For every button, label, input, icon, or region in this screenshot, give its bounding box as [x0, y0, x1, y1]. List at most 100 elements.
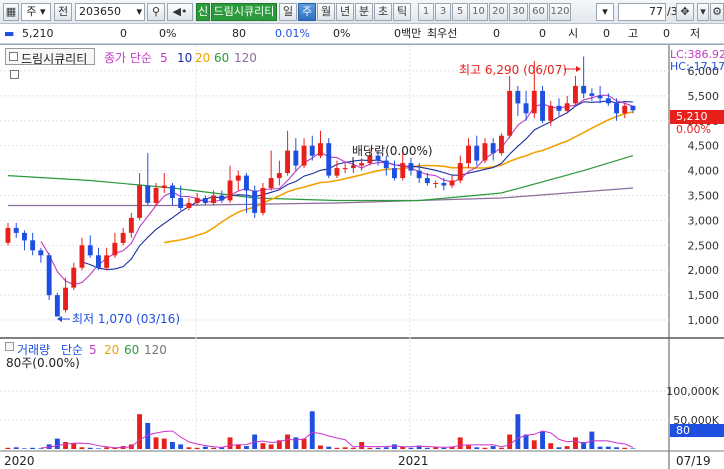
- open-label: 시: [568, 27, 579, 40]
- candle-body: [597, 95, 603, 99]
- volume: 80: [232, 27, 246, 40]
- volume-bar: [22, 448, 27, 449]
- interval-dropdown[interactable]: ▾: [596, 3, 614, 21]
- candle-body: [482, 143, 488, 161]
- candle-body: [137, 185, 142, 218]
- settings-icon[interactable]: [9, 52, 18, 61]
- legend-stock-name: 드림시큐리티: [21, 52, 88, 66]
- prev-button[interactable]: 전: [54, 3, 72, 21]
- sound-icon[interactable]: ◀•: [167, 3, 193, 21]
- candle-body: [564, 103, 570, 111]
- volume-bar: [63, 442, 68, 449]
- candlestick-chart[interactable]: 100,000K50,000K 6,0005,5005,0004,5004,00…: [0, 45, 724, 469]
- current-price: 5,210: [22, 27, 54, 40]
- volume-bar: [622, 447, 628, 449]
- period-tab-분[interactable]: 분: [355, 3, 373, 21]
- volume-bar: [466, 445, 471, 449]
- period-tab-일[interactable]: 일: [279, 3, 297, 21]
- current-price-tag: 5,210: [670, 110, 724, 124]
- expand-icon[interactable]: ✥: [676, 3, 694, 21]
- extra-value: 0: [539, 27, 546, 40]
- candle-body: [153, 188, 159, 203]
- volume-bar: [564, 446, 570, 449]
- hc-value: HC:-17.17: [670, 60, 724, 73]
- interval-tab-10[interactable]: 10: [469, 3, 488, 21]
- candle-body: [87, 245, 93, 256]
- candle-body: [589, 93, 595, 96]
- interval-tab-1[interactable]: 1: [418, 3, 434, 21]
- stock-name: 드림시큐리티: [211, 3, 277, 21]
- candle-body: [581, 85, 587, 94]
- x-label-2020: 2020: [4, 454, 35, 468]
- grid-icon[interactable]: ▦: [3, 3, 19, 21]
- y-tick-label: 2,500: [688, 239, 720, 252]
- y-tick-label: 4,500: [688, 140, 720, 153]
- volume-bar: [309, 411, 315, 449]
- volume-bar: [474, 447, 480, 449]
- toolbar-menu-icon[interactable]: ▾: [697, 3, 709, 21]
- volume-legend-ma120: 120: [144, 343, 167, 357]
- volume-settings-icon[interactable]: [5, 342, 14, 351]
- interval-tab-120[interactable]: 120: [549, 3, 571, 21]
- volume-bar: [161, 438, 167, 449]
- change: 0: [120, 27, 127, 40]
- period-tab-주[interactable]: 주: [298, 3, 316, 21]
- candle-body: [194, 198, 200, 203]
- volume-sub-label: 80주(0.00%): [6, 356, 80, 370]
- candle-body: [573, 85, 578, 104]
- period-tab-년[interactable]: 년: [336, 3, 354, 21]
- interval-tab-60[interactable]: 60: [529, 3, 548, 21]
- candle-body: [548, 105, 554, 121]
- period-tab-틱[interactable]: 틱: [393, 3, 411, 21]
- chart-area[interactable]: 100,000K50,000K 6,0005,5005,0004,5004,00…: [0, 44, 724, 469]
- code-value: 203650: [79, 5, 121, 18]
- candle-body: [128, 217, 134, 233]
- candle-body: [490, 143, 496, 154]
- candle-body: [46, 255, 52, 296]
- volume-bar: [548, 443, 554, 449]
- settings-icon[interactable]: ⚙: [710, 3, 724, 21]
- volume-bar: [318, 445, 323, 449]
- y-tick-label: 3,000: [688, 214, 720, 227]
- candle-body: [449, 180, 455, 186]
- legend-ma5: 5: [160, 51, 168, 65]
- volume-bar: [359, 442, 365, 449]
- legend-ma10: 10: [177, 51, 193, 65]
- market-select[interactable]: 주 ▾: [21, 3, 51, 21]
- volume-bar: [350, 447, 356, 449]
- price-plot-bg: [0, 45, 669, 338]
- chevron-down-icon: ▾: [136, 5, 142, 18]
- volume-bar: [605, 446, 611, 449]
- legend-ma120: 120: [234, 51, 257, 65]
- change-percent: 0%: [159, 27, 177, 40]
- volume-bar: [30, 447, 36, 449]
- period-tab-초[interactable]: 초: [374, 3, 392, 21]
- candle-body: [235, 175, 241, 181]
- price-legend-box[interactable]: 드림시큐리티: [5, 48, 95, 66]
- interval-tab-30[interactable]: 30: [509, 3, 528, 21]
- period-tab-월[interactable]: 월: [317, 3, 335, 21]
- annotation-low: 최저 1,070 (03/16): [72, 312, 180, 326]
- candle-body: [244, 175, 249, 191]
- interval-tab-20[interactable]: 20: [489, 3, 508, 21]
- volume-bar: [630, 448, 636, 449]
- candle-body: [293, 150, 299, 166]
- volume-bar: [326, 446, 332, 449]
- code-input[interactable]: 203650 ▾: [75, 3, 145, 21]
- search-icon[interactable]: ⚲: [147, 3, 165, 21]
- volume-bar: [194, 447, 200, 449]
- low-label: 저: [690, 27, 701, 40]
- volume-bar: [54, 438, 60, 449]
- count-input[interactable]: 77: [618, 3, 666, 21]
- candle-body: [605, 98, 611, 104]
- interval-tab-3[interactable]: 3: [435, 3, 451, 21]
- candle-body: [13, 227, 19, 233]
- hoga-value: 0: [493, 27, 500, 40]
- volume-bar: [482, 447, 488, 449]
- candle-body: [531, 90, 537, 114]
- candle-body: [260, 188, 266, 213]
- candle-body: [334, 168, 340, 176]
- volume-bar: [515, 414, 521, 449]
- interval-tab-5[interactable]: 5: [452, 3, 468, 21]
- grid-toggle-icon[interactable]: [10, 70, 19, 79]
